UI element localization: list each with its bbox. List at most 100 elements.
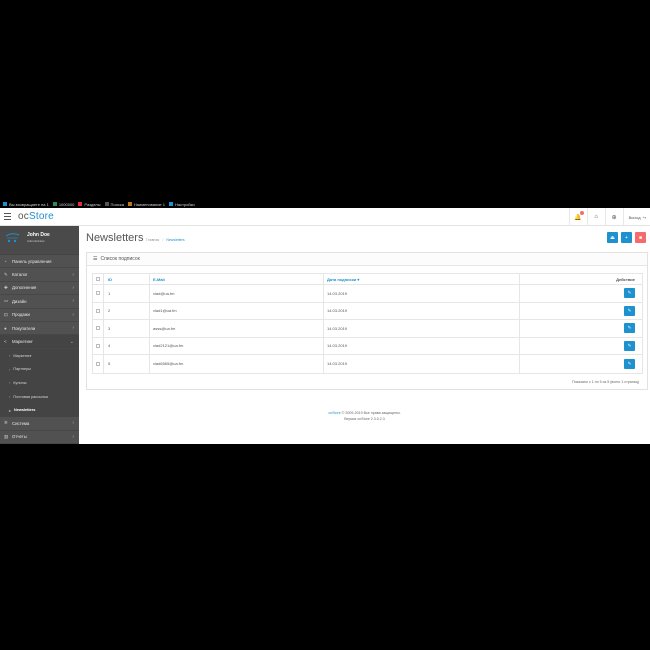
upload-icon: ⏏ [610,234,615,241]
bookmark-favicon-icon [104,202,109,206]
column-header-date[interactable]: Дата подписки ▾ [324,274,520,284]
avatar [5,233,20,243]
cart-icon: ⊡ [4,311,8,317]
sidebar-item[interactable]: ⊡ Продажи › [0,309,79,322]
logout-button[interactable]: Выход ↪ [622,208,650,226]
sidebar-item-label: Дизайн [12,298,27,304]
sidebar-item[interactable]: ✲ Система › [0,417,79,431]
sidebar-item[interactable]: ✚ Дополнения › [0,282,79,296]
menu-toggle-icon[interactable] [4,213,11,220]
column-header-actions: Действие [616,276,635,282]
row-checkbox[interactable] [96,343,100,348]
row-select-cell [93,355,104,373]
sidebar-item[interactable]: ◔ Панель управления [0,255,79,269]
gear-icon: ✲ [4,420,8,426]
plus-icon: + [625,234,628,241]
sidebar-subitem[interactable]: › Почтовая рассылка [0,389,79,404]
chevron-right-icon: › [72,298,74,305]
cell-date: 14.03.2019 [324,302,520,319]
bullet-icon: › [9,380,11,386]
main-content: Newsletters Главная / Newsletters ⏏ + ■ ☰ … [79,226,650,444]
cell-date: 14.03.2019 [324,355,520,373]
bookmark-item[interactable]: Наименование 1 [127,202,165,207]
table-row: 4 vlad2121@ua.fm 14.03.2019 ✎ [93,337,642,355]
sidebar-item[interactable]: ▭ Дизайн › [0,295,79,309]
sidebar-item-label: Покупатели [12,325,36,331]
footer-brand-link[interactable]: ocStore [328,411,340,415]
cell-email: asss@ua.fm [150,320,324,337]
user-name: John Doe [27,232,50,238]
edit-button[interactable]: ✎ [624,305,635,316]
breadcrumb-current[interactable]: Newsletters [166,238,184,242]
bookmark-favicon-icon [169,202,173,206]
row-select-cell [93,320,104,337]
cell-actions: ✎ [520,338,642,355]
table-row: 3 asss@ua.fm 14.03.2019 ✎ [93,320,642,338]
sidebar-subitem[interactable]: › Маркетинг [0,348,79,363]
logo-main: Store [28,211,54,222]
list-icon: ☰ [93,256,98,262]
chevron-right-icon: › [72,433,74,440]
bookmark-label: 1000000 [58,201,75,207]
cell-actions: ✎ [520,320,642,337]
notifications-icon[interactable]: 🔔 [568,208,587,226]
cell-actions: ✎ [520,355,642,373]
bookmark-item[interactable]: 1000000 [52,201,75,207]
breadcrumb-home[interactable]: Главная [146,238,159,242]
sidebar-subitem-label: Маркетинг [13,353,32,358]
sidebar-item-label: Маркетинг [12,339,33,345]
table-row: 2 vlad1@ua.fm 14.03.2019 ✎ [93,302,642,320]
top-header: ocStore 🔔 ⌂ ⊕ Выход ↪ [0,208,650,226]
cell-email: vlad@ua.fm [150,285,324,302]
cell-date: 14.03.2019 [324,337,520,354]
select-all-checkbox[interactable] [96,277,100,281]
row-checkbox[interactable] [96,291,100,296]
bookmark-item[interactable]: Поиска [104,202,124,207]
row-checkbox[interactable] [96,361,100,366]
sidebar: John Doe Administrator ◔ Панель управлени… [0,226,79,444]
bookmark-favicon-icon [78,202,83,206]
bookmark-item[interactable]: Вы возвращаете на 1 [3,202,49,207]
edit-button[interactable]: ✎ [624,340,635,351]
bookmark-item[interactable]: Разделы [78,202,101,207]
row-checkbox[interactable] [96,326,100,331]
chevron-right-icon: › [72,420,74,427]
bookmark-item[interactable]: Настройки [169,202,195,207]
pencil-icon: ✎ [627,342,632,348]
sidebar-item[interactable]: < Маркетинг ⌄ [0,335,79,349]
column-header-email[interactable]: E-Mail [150,274,324,284]
row-checkbox[interactable] [96,308,100,313]
sidebar-menu-bottom: ✲ Система › ▥ Отчеты › [0,417,79,444]
home-icon[interactable]: ⌂ [586,208,605,226]
table-header-row: ID E-Mail Дата подписки ▾ Действие [93,274,642,285]
subscriptions-table: ID E-Mail Дата подписки ▾ Действие 1 vlad… [92,273,643,374]
sidebar-item[interactable]: ▥ Отчеты › [0,431,79,444]
sidebar-item[interactable]: ✎ Каталог › [0,268,79,282]
sidebar-subitem-label: Почтовая рассылка [13,394,48,399]
notification-badge [579,211,584,215]
subscriptions-panel: ☰ Список подписок ID E-Mail Дата подписк… [86,252,648,390]
logo[interactable]: ocStore [18,211,54,222]
add-button[interactable]: + [621,232,632,243]
sidebar-subitem[interactable]: › Купоны [0,376,79,390]
edit-button[interactable]: ✎ [624,323,635,334]
table-row: 1 vlad@ua.fm 14.03.2019 ✎ [93,285,642,303]
share-icon: < [4,339,7,345]
sidebar-item[interactable]: ● Покупатели › [0,322,79,336]
user-profile: John Doe Administrator [0,226,79,255]
export-button[interactable]: ⏏ [607,232,618,243]
pencil-icon: ✎ [627,290,632,296]
sidebar-subitem[interactable]: ▸ Newsletters [0,403,79,418]
user-icon: ● [4,325,7,331]
sidebar-item-label: Продажи [12,312,30,318]
sidebar-subitem[interactable]: › Партнеры [0,362,79,377]
cell-id: 4 [104,337,150,354]
edit-button[interactable]: ✎ [624,288,635,299]
trash-icon: ■ [638,234,643,241]
cell-id: 5 [104,355,150,373]
column-header-id[interactable]: ID [104,274,150,284]
bullet-icon: ▸ [9,407,12,413]
delete-button[interactable]: ■ [635,232,646,243]
help-icon[interactable]: ⊕ [604,208,623,226]
edit-button[interactable]: ✎ [624,358,635,369]
